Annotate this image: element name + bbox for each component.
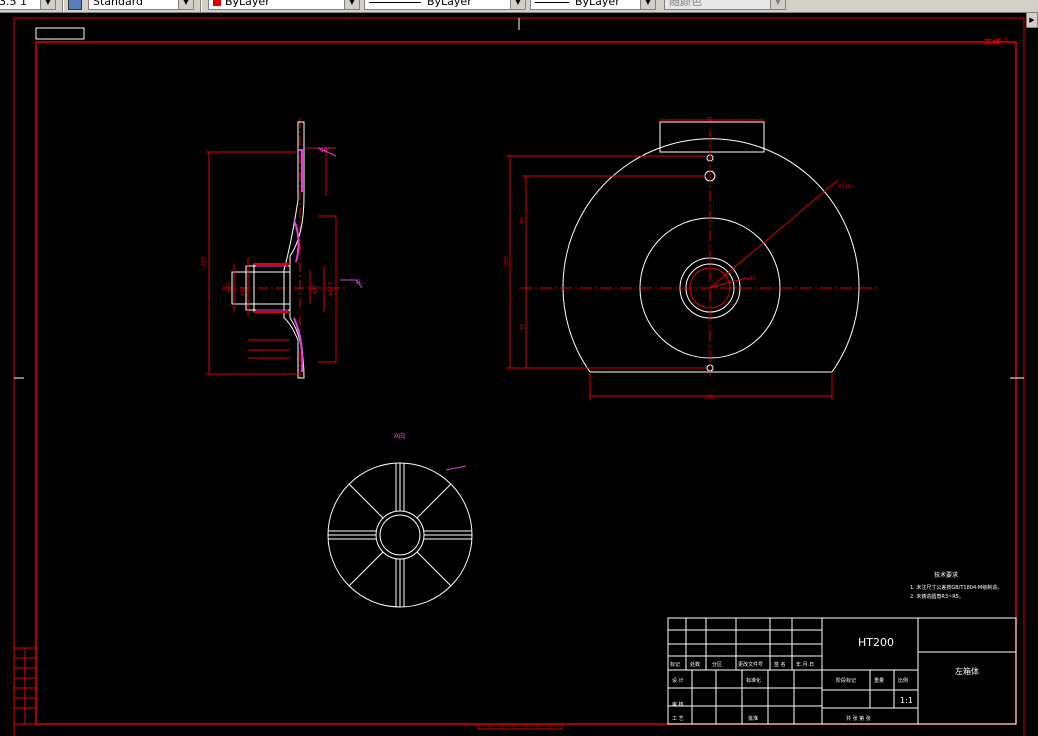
text-style-icon[interactable] <box>68 0 82 10</box>
chevron-down-icon[interactable]: ▼ <box>344 0 359 9</box>
chevron-down-icon[interactable]: ▼ <box>40 0 55 9</box>
lineweight-combo[interactable]: ByLayer ▼ <box>530 0 656 10</box>
part-name: 左箱体 <box>955 666 979 676</box>
drawing-frame <box>13 17 1025 736</box>
chevron-down-icon[interactable]: ▼ <box>640 0 655 9</box>
tech-req-item-2: 2. 未铸造圆角R3~R5。 <box>910 593 964 600</box>
a-view-label: A向 <box>394 431 406 440</box>
dim-top-width: 75 <box>706 117 712 123</box>
th-biaoji: 标记 <box>670 661 680 668</box>
color-swatch-icon <box>213 0 221 6</box>
a-direction-view <box>327 462 473 608</box>
th-bili: 比例 <box>898 677 908 684</box>
dimscale-value: 3.5 1 <box>0 0 27 8</box>
color-combo[interactable]: ByLayer ▼ <box>208 0 360 10</box>
th-gongyi: 工 艺 <box>672 716 684 722</box>
scale-value: 1:1 <box>900 696 913 705</box>
plotstyle-value: 随颜色 <box>669 0 702 8</box>
dim-height-upper: 90 <box>520 218 526 224</box>
side-section-view <box>206 118 363 379</box>
dim-side-d2: φ52 <box>312 284 318 294</box>
chevron-down-icon[interactable]: ▼ <box>510 0 525 9</box>
linetype-value: ByLayer <box>427 0 472 8</box>
chevron-down-icon[interactable]: ▼ <box>178 0 193 9</box>
dimscale-combo[interactable]: 3.5 1 ▼ <box>0 0 56 10</box>
dim-height-total: 160 <box>201 256 207 266</box>
toolbar-separator <box>62 0 64 12</box>
th-nianyueri: 年.月.日 <box>796 661 814 668</box>
dim-side-d4: φ62 <box>240 286 246 296</box>
th-zhongliang: 重量 <box>874 677 884 684</box>
chevron-down-icon[interactable]: ▼ <box>770 0 785 9</box>
text-style-value: Standard <box>93 0 144 8</box>
dim-bottom-width: 231 <box>706 395 716 401</box>
linetype-sample-icon <box>369 1 421 3</box>
lineweight-value: ByLayer <box>575 0 620 8</box>
th-biaozhunhua: 标准化 <box>746 677 761 684</box>
dim-side-d3: φ97.5 <box>328 282 334 296</box>
dim-side-d1: φ42 <box>226 282 232 292</box>
tech-req-item-1: 1. 未注尺寸公差按GB/T1804-M级制造。 <box>910 584 1002 591</box>
dim-bore: φ42 <box>746 276 756 282</box>
th-pizhun: 批准 <box>748 715 758 722</box>
front-view <box>506 119 878 400</box>
th-shenhe: 审 核 <box>672 701 684 708</box>
th-sheji: 设 计 <box>672 677 684 684</box>
toolbar-separator <box>200 0 202 12</box>
drawing-canvas[interactable]: 其余 6.3 160 φ42 φ52 φ97.5 φ62 60° A 75 23… <box>0 12 1038 736</box>
th-chushu: 处数 <box>690 661 700 668</box>
revision-strip <box>13 647 37 725</box>
th-fenqu: 分区 <box>712 661 722 668</box>
tech-req-title: 技术要求 <box>934 571 958 579</box>
dim-height-total: 205 <box>504 256 510 266</box>
plotstyle-combo[interactable]: 随颜色 ▼ <box>664 0 786 10</box>
roughness-value: 6.3 <box>998 37 1008 44</box>
th-gong-zhang: 共 张 第 张 <box>846 715 871 722</box>
dim-height-lower: 65 <box>520 324 526 330</box>
dim-radius: R120 <box>838 184 851 190</box>
th-jieduan: 阶段标记 <box>836 677 856 684</box>
th-qianming: 签 名 <box>774 661 786 668</box>
dim-angle: 60° <box>320 147 331 154</box>
section-arrow-label: A <box>356 278 361 286</box>
material-label: HT200 <box>858 636 894 649</box>
th-gengai: 更改文件号 <box>738 661 763 668</box>
linetype-combo[interactable]: ByLayer ▼ <box>364 0 526 10</box>
text-style-combo[interactable]: Standard ▼ <box>88 0 194 10</box>
lineweight-sample-icon <box>535 1 569 3</box>
color-value: ByLayer <box>225 0 270 8</box>
